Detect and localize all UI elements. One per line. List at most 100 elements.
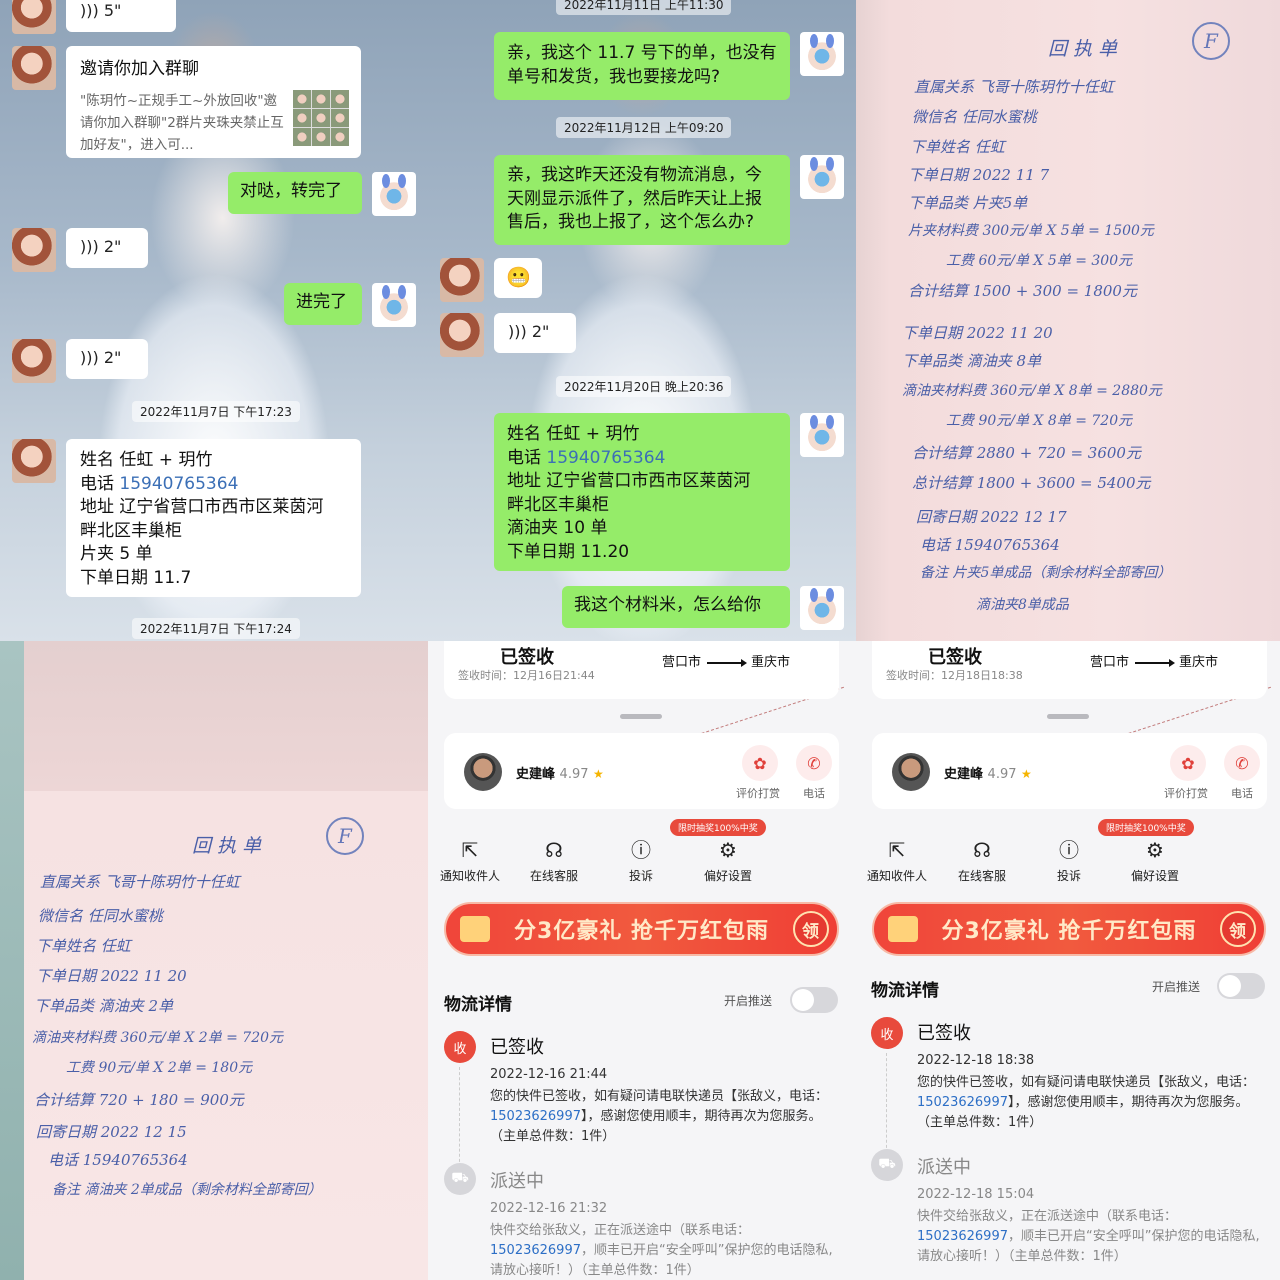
courier-avatar[interactable]	[464, 753, 502, 791]
courier-rating: 4.97	[559, 767, 589, 782]
receipt-line: 微信名 任同水蜜桃	[912, 108, 1037, 126]
phone-link[interactable]: 15940765364	[119, 474, 238, 494]
contact-avatar[interactable]	[12, 0, 56, 34]
star-icon: ★	[593, 767, 604, 781]
invite-description: "陈玥竹~正规手工~外放回收"邀请你加入群聊"2群片夹珠夹禁止互加好友"，进入可…	[80, 92, 284, 153]
push-label: 开启推送	[724, 994, 773, 1008]
claim-button[interactable]: 领	[1220, 911, 1256, 947]
contact-avatar[interactable]	[12, 228, 56, 272]
phone-icon[interactable]: ✆	[796, 745, 832, 781]
my-avatar[interactable]	[800, 413, 844, 457]
courier-phone-link[interactable]: 15023626997	[490, 1243, 581, 1258]
logistics-title: 物流详情	[444, 995, 512, 1015]
push-toggle[interactable]	[790, 987, 838, 1013]
contact-avatar[interactable]	[12, 439, 56, 483]
phone-link[interactable]: 15940765364	[546, 448, 665, 468]
my-avatar[interactable]	[800, 586, 844, 630]
red-packet-banner[interactable]: 分3亿豪礼 抢千万红包雨 领	[444, 902, 839, 956]
share-icon: ⇱	[461, 838, 479, 862]
message-bubble[interactable]: 进完了	[284, 283, 362, 325]
voice-message[interactable]: ))) 2"	[494, 313, 576, 353]
receipt-line: 下单日期 2022 11 7	[908, 166, 1050, 184]
red-packet-icon	[888, 916, 918, 942]
notify-recipient-button[interactable]: ⇱ 通知收件人	[863, 839, 931, 884]
rate-tip-label[interactable]: 评价打赏	[1164, 785, 1208, 801]
emoji-message[interactable]: 😬	[494, 258, 542, 298]
my-avatar[interactable]	[800, 32, 844, 76]
message-bubble[interactable]: 亲，我这昨天还没有物流消息，今天刚显示派件了，然后昨天让上报售后，我也上报了，这…	[494, 155, 790, 245]
banner-text: 分3亿豪礼 抢千万红包雨	[941, 919, 1197, 944]
courier-phone-link[interactable]: 15023626997	[917, 1095, 1008, 1110]
phone-icon[interactable]: ✆	[1224, 745, 1260, 781]
complaint-button[interactable]: ⓘ 投诉	[613, 839, 669, 884]
receipt-line: 工费 90元/单 X 2单 = 180元	[66, 1060, 253, 1076]
chat-timestamp: 2022年11月7日 下午17:23	[132, 401, 300, 422]
handwritten-receipt-photo-2: 回 执 单 F 直属关系 飞哥十陈玥竹十任虹 微信名 任同水蜜桃 下单姓名 任虹…	[0, 641, 428, 1280]
group-invite-card[interactable]: 邀请你加入群聊 "陈玥竹~正规手工~外放回收"邀请你加入群聊"2群片夹珠夹禁止互…	[66, 46, 361, 158]
paper-top-page	[24, 641, 428, 791]
promo-tag[interactable]: 限时抽奖100%中奖	[1098, 819, 1194, 836]
contact-avatar[interactable]	[440, 258, 484, 302]
delivery-status-card[interactable]: 已签收 签收时间：12月16日21:44 营口市 重庆市	[444, 641, 839, 699]
contact-avatar[interactable]	[12, 339, 56, 383]
online-support-button[interactable]: ☊ 在线客服	[954, 839, 1010, 884]
call-label[interactable]: 电话	[1231, 785, 1253, 801]
tip-flower-icon[interactable]: ✿	[1170, 745, 1206, 781]
receipt-mark-circle: F	[326, 817, 364, 855]
contact-avatar[interactable]	[440, 313, 484, 357]
route-display: 营口市 重庆市	[662, 651, 790, 670]
my-avatar[interactable]	[372, 172, 416, 216]
courier-phone-link[interactable]: 15023626997	[490, 1109, 581, 1124]
voice-message[interactable]: ))) 2"	[66, 339, 148, 379]
alert-icon: ⓘ	[1059, 838, 1079, 862]
courier-phone-link[interactable]: 15023626997	[917, 1229, 1008, 1244]
drag-handle[interactable]	[620, 714, 662, 719]
receipt-line: 滴油夹材料费 360元/单 X 8单 = 2880元	[902, 383, 1162, 399]
voice-message[interactable]: ))) 2"	[66, 228, 148, 268]
push-toggle[interactable]	[1217, 973, 1265, 999]
receipt-line: 下单品类 滴油夹 2单	[34, 997, 174, 1015]
message-bubble[interactable]: 亲，我这个 11.7 号下的单，也没有单号和发货，我也要接龙吗?	[494, 32, 790, 100]
order-info-message[interactable]: 姓名 任虹 + 玥竹 电话 15940765364 地址 辽宁省营口市西市区莱茵…	[494, 413, 790, 571]
red-packet-banner[interactable]: 分3亿豪礼 抢千万红包雨 领	[872, 902, 1266, 956]
notify-recipient-button[interactable]: ⇱ 通知收件人	[436, 839, 504, 884]
receipt-line: 合计结算 1500 + 300 = 1800元	[908, 282, 1137, 300]
timeline-description: 您的快件已签收，如有疑问请电联快递员【张敌义，电话：15023626997】，感…	[490, 1089, 829, 1144]
invite-title: 邀请你加入群聊	[80, 59, 199, 79]
complaint-button[interactable]: ⓘ 投诉	[1041, 839, 1097, 884]
receipt-line: 微信名 任同水蜜桃	[38, 907, 163, 925]
timeline-status: 派送中	[490, 1171, 544, 1192]
settings-card-icon: ⚙	[719, 838, 737, 862]
drag-handle[interactable]	[1047, 714, 1089, 719]
voice-wave-icon: )))	[80, 1, 99, 20]
receipt-line: 回寄日期 2022 12 17	[916, 508, 1067, 526]
chat-screenshot-1: ))) 5" 邀请你加入群聊 "陈玥竹~正规手工~外放回收"邀请你加入群聊"2群…	[0, 0, 428, 641]
receipt-line: 总计结算 1800 + 3600 = 5400元	[912, 474, 1151, 492]
delivery-truck-icon: ⛟	[871, 1149, 903, 1181]
promo-tag[interactable]: 限时抽奖100%中奖	[670, 819, 766, 836]
signed-badge-icon: 收	[444, 1031, 476, 1063]
delivery-status-card[interactable]: 已签收 签收时间：12月18日18:38 营口市 重庆市	[872, 641, 1267, 699]
receipt-line: 合计结算 720 + 180 = 900元	[34, 1091, 244, 1109]
timeline-description: 快件交给张敌义，正在派送途中（联系电话：15023626997，顺丰已开启“安全…	[917, 1209, 1260, 1264]
route-display: 营口市 重庆市	[1090, 651, 1218, 670]
my-avatar[interactable]	[372, 283, 416, 327]
message-bubble[interactable]: 对哒，转完了	[228, 172, 362, 214]
receipt-line: 滴油夹8单成品	[976, 597, 1069, 613]
rate-tip-label[interactable]: 评价打赏	[736, 785, 780, 801]
online-support-button[interactable]: ☊ 在线客服	[526, 839, 582, 884]
my-avatar[interactable]	[800, 155, 844, 199]
courier-avatar[interactable]	[892, 753, 930, 791]
message-bubble[interactable]: 我这个材料米，怎么给你	[562, 586, 790, 628]
voice-message[interactable]: ))) 5"	[66, 0, 176, 32]
tip-flower-icon[interactable]: ✿	[742, 745, 778, 781]
preferences-button[interactable]: ⚙ 偏好设置	[1125, 839, 1185, 884]
contact-avatar[interactable]	[12, 46, 56, 90]
banner-text: 分3亿豪礼 抢千万红包雨	[514, 919, 769, 944]
claim-button[interactable]: 领	[793, 911, 829, 947]
order-info-message[interactable]: 姓名 任虹 + 玥竹 电话 15940765364 地址 辽宁省营口市西市区莱茵…	[66, 439, 361, 597]
receipt-line: 下单日期 2022 11 20	[902, 324, 1053, 342]
call-label[interactable]: 电话	[803, 785, 825, 801]
receipt-title: 回 执 单	[192, 835, 262, 857]
preferences-button[interactable]: ⚙ 偏好设置	[698, 839, 758, 884]
